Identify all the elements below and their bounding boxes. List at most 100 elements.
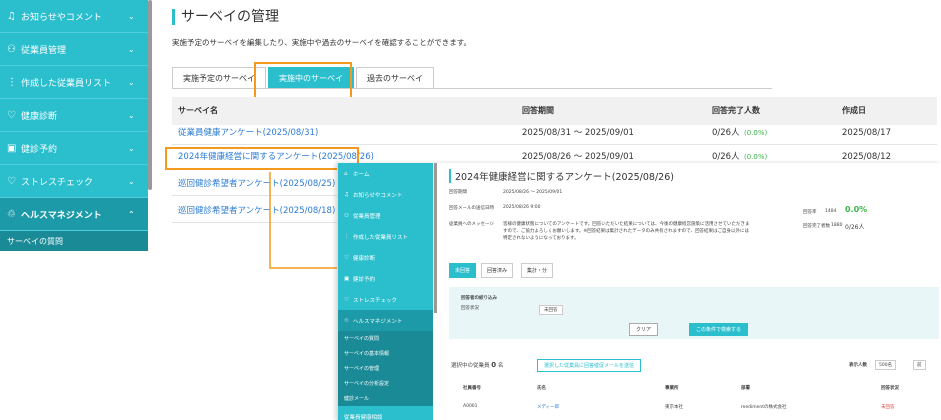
page-title: サーベイの管理 (172, 9, 279, 25)
rate-label: 回答率 (803, 210, 817, 215)
sidebar-item-4[interactable]: ▣ 健診予約 ⌄ (0, 132, 148, 165)
nav-icon: ⌂ (344, 170, 348, 177)
highlight-survey-link (165, 147, 359, 170)
completed-cell: 0/26人 (712, 128, 740, 138)
highlight-active-tab (254, 62, 352, 100)
detail-scrollbar[interactable] (434, 163, 437, 313)
sidebar-item-0[interactable]: ♫ お知らせやコメント ⌄ (0, 0, 148, 33)
filter-label: 回答状況 (461, 306, 479, 311)
detail-sidebar-label: ヘルスマネジメント (353, 318, 403, 325)
detail-sidebar-item-4[interactable]: ♡ 健康診断 (338, 247, 433, 268)
detail-sidebar-item-5[interactable]: ▣ 健診予約 (338, 268, 433, 289)
detail-sidebar-item-2[interactable]: ⚇ 従業員管理 (338, 205, 433, 226)
mail-date-value: 2025/08/26 9:00 (503, 205, 541, 210)
detail-sidebar-item-1[interactable]: ♫ お知らせやコメント (338, 184, 433, 205)
selected-count: 選択中の従業員 0 名 (451, 361, 504, 369)
period-value: 2025/08/26 ～ 2025/09/01 (503, 190, 563, 195)
detail-cell-name[interactable]: メディ一郎 (537, 404, 559, 410)
done-label: 回答完了者数 (803, 224, 830, 229)
chevron-icon: ⌄ (128, 176, 135, 186)
detail-cell-dept: medimentの株式会社 (741, 405, 787, 410)
detail-sidebar-sub-3[interactable]: サーベイの分析設定 (338, 376, 433, 391)
message-label: 従業員へのメッセージ (449, 222, 494, 227)
detail-col: 部署 (741, 386, 750, 391)
nav-icon: ♡ (344, 254, 349, 261)
detail-screenshot: ⌂ ホーム ♫ お知らせやコメント ⚇ 従業員管理 ⋮ 作成した従業員リスト ♡ 健康診断 ▣ 健診予… (337, 163, 941, 420)
heart-check-icon: ♡ (7, 175, 16, 187)
tab-scheduled[interactable]: 実施予定のサーベイ (172, 67, 266, 88)
detail-title: 2024年健康経営に関するアンケート(2025/08/26) (449, 169, 674, 183)
detail-sidebar-sub-2[interactable]: サーベイの管理 (338, 361, 433, 376)
tab-unanswered[interactable]: 未回答 (449, 263, 477, 278)
detail-sidebar-item-0[interactable]: ⌂ ホーム (338, 163, 433, 184)
detail-sidebar-item-6[interactable]: ♡ ストレスチェック (338, 289, 433, 310)
filter-select[interactable]: 未回答 (539, 305, 563, 315)
nav-icon: ♡ (344, 296, 349, 303)
pulse-icon: ♲ (7, 208, 16, 220)
survey-link[interactable]: 巡回健診希望者アンケート(2025/08/25) (178, 172, 335, 196)
detail-sidebar-label: ストレスチェック (353, 297, 398, 304)
sidebar-sub-survey-questions[interactable]: サーベイの質問 (0, 231, 148, 251)
sidebar-item-6[interactable]: ♲ ヘルスマネジメント ⌃ (0, 198, 148, 231)
sidebar-item-label: 健診予約 (21, 144, 58, 155)
sidebar-item-1[interactable]: ⚇ 従業員管理 ⌄ (0, 33, 148, 66)
sidebar-item-label: 作成した従業員リスト (21, 78, 112, 89)
sidebar-item-3[interactable]: ♡ 健康診断 ⌄ (0, 99, 148, 132)
clear-button[interactable]: クリア (629, 323, 659, 336)
done-sub: 1880 (831, 223, 843, 228)
survey-link[interactable]: 巡回健診希望者アンケート(2025/08/18) (178, 199, 335, 223)
tab-answered[interactable]: 回答済み (481, 263, 514, 278)
tab-summary[interactable]: 集計・分 (521, 263, 554, 278)
detail-cell-office: 東京本社 (665, 405, 683, 410)
sidebar-item-label: お知らせやコメント (21, 12, 102, 23)
search-button[interactable]: この条件で検索する (689, 323, 749, 336)
count-label: 表示人数 (849, 363, 867, 368)
sidebar: ♫ お知らせやコメント ⌄ ⚇ 従業員管理 ⌄ ⋮ 作成した従業員リスト ⌄ ♡ 健康診断 ⌄ ▣ 健診予… (0, 0, 148, 251)
tab-past[interactable]: 過去のサーベイ (356, 67, 434, 88)
detail-sidebar-sub-4[interactable]: 健診メール (338, 391, 433, 406)
sidebar-item-label: ヘルスマネジメント (21, 210, 102, 221)
detail-col: 事業所 (665, 386, 679, 391)
mail-date-label: 回答メールの送信日時 (449, 206, 494, 211)
detail-sidebar-sub-0[interactable]: サーベイの質問 (338, 331, 433, 346)
list-icon: ⋮ (7, 76, 17, 88)
rate-value: 0.0% (845, 205, 868, 214)
period-label: 回答期間 (449, 190, 467, 195)
detail-col: 回答状況 (881, 386, 899, 391)
detail-sidebar-label: お知らせやコメント (353, 192, 403, 199)
detail-sidebar-label: ホーム (353, 171, 370, 178)
detail-sidebar-label: 作成した従業員リスト (353, 234, 409, 241)
survey-link[interactable]: 従業員健康アンケート(2025/08/31) (178, 121, 318, 145)
send-reminder-button[interactable]: 選択した従業員に回答催促メールを送信 (537, 359, 642, 372)
sidebar-item-label: 従業員管理 (21, 45, 67, 56)
chevron-icon: ⌃ (128, 209, 135, 219)
detail-content: 2024年健康経営に関するアンケート(2025/08/26) 回答期間 2025… (441, 163, 941, 420)
sidebar-scrollbar[interactable] (148, 0, 152, 190)
rate-sub: 1484 (825, 209, 837, 214)
detail-sidebar-item-3[interactable]: ⋮ 作成した従業員リスト (338, 226, 433, 247)
detail-cell-status: 未回答 (881, 405, 895, 410)
nav-icon: ⚇ (344, 212, 349, 219)
done-value: 0/26人 (845, 224, 865, 231)
detail-sidebar-sub-1[interactable]: サーベイの基本情報 (338, 346, 433, 361)
count-select[interactable]: 500名 (875, 360, 897, 370)
sidebar-item-5[interactable]: ♡ ストレスチェック ⌄ (0, 165, 148, 198)
detail-sidebar-item-7[interactable]: ♲ ヘルスマネジメント (338, 310, 433, 331)
chevron-icon: ⌄ (128, 77, 135, 87)
bell-icon: ♫ (7, 10, 16, 22)
detail-sidebar-last[interactable]: 従業員健康相談 (338, 406, 433, 420)
prev-button[interactable]: 前 (913, 360, 926, 370)
filter-title: 回答者の絞り込み (461, 296, 497, 301)
chevron-icon: ⌄ (128, 11, 135, 21)
nav-icon: ♲ (344, 317, 349, 324)
chevron-icon: ⌄ (128, 44, 135, 54)
created-cell: 2025/08/17 (842, 128, 891, 138)
completed-pct: (0.0%) (744, 129, 768, 137)
detail-cell-id: A0001 (463, 404, 478, 409)
nav-icon: ⋮ (344, 233, 350, 240)
chevron-icon: ⌄ (128, 143, 135, 153)
detail-sidebar-label: 健診予約 (353, 276, 376, 283)
nav-icon: ♫ (344, 191, 349, 198)
detail-col: 氏名 (537, 386, 546, 391)
sidebar-item-2[interactable]: ⋮ 作成した従業員リスト ⌄ (0, 66, 148, 99)
